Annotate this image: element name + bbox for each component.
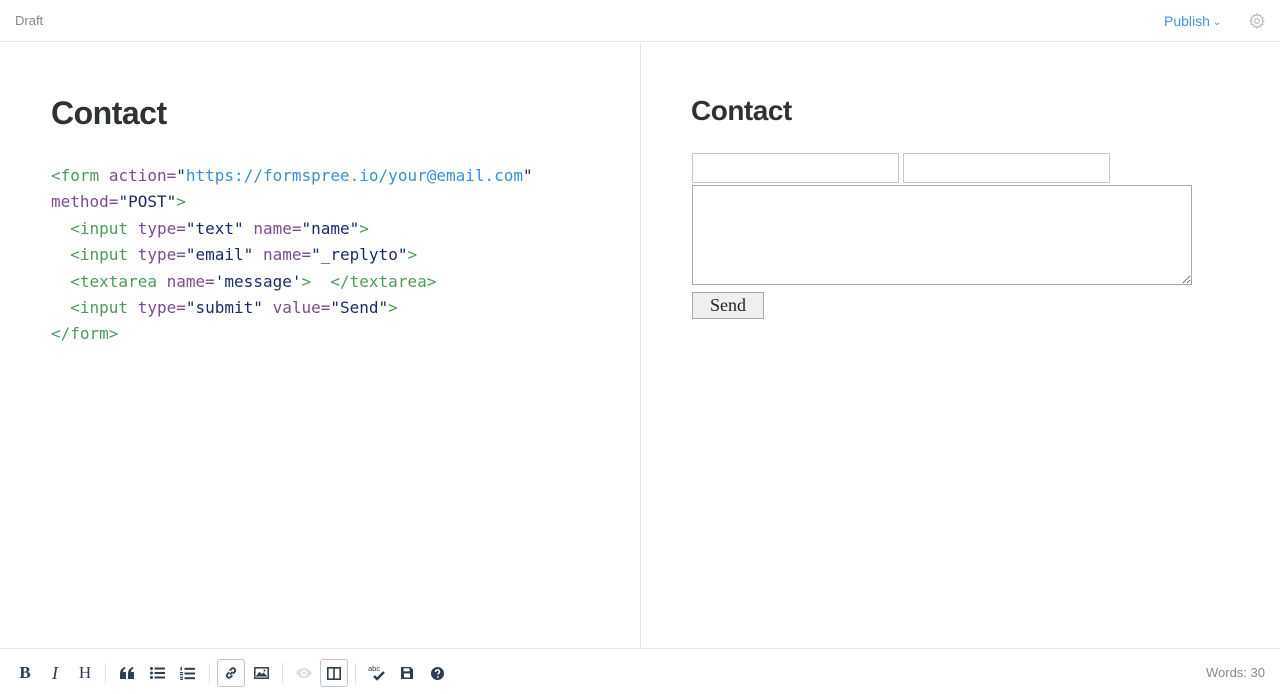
code-line-5: <textarea name='message'> </textarea>: [51, 272, 436, 291]
unordered-list-button[interactable]: [143, 659, 171, 687]
code-token: >: [407, 245, 418, 265]
link-icon: [225, 667, 237, 679]
image-button[interactable]: [247, 659, 275, 687]
code-token: <form: [51, 166, 100, 185]
email-input[interactable]: [903, 153, 1110, 183]
ordered-list-button[interactable]: [173, 659, 201, 687]
code-token: >: [176, 192, 186, 212]
toolbar-separator: [209, 663, 210, 683]
code-token: <input: [51, 245, 129, 265]
toolbar-separator: [105, 663, 106, 683]
code-token: type=: [137, 218, 186, 238]
code-line-1: <form action="https://formspree.io/your@…: [51, 166, 533, 185]
code-token: "name": [301, 218, 360, 238]
code-token: ": [523, 166, 533, 185]
code-token: value=: [272, 298, 331, 318]
code-token: "text": [185, 218, 244, 238]
code-token: type=: [137, 298, 186, 318]
image-icon: [253, 667, 269, 679]
code-line-7: </form>: [51, 324, 118, 343]
code-token: > </textarea>: [301, 271, 437, 291]
help-icon: [430, 666, 444, 680]
code-token: </form>: [51, 324, 119, 344]
chevron-down-icon: ⌄: [1212, 17, 1222, 28]
save-icon: [401, 667, 413, 679]
code-token: <textarea: [51, 271, 157, 291]
code-token: action=: [108, 166, 177, 185]
markdown-editor[interactable]: Contact <form action="https://formspree.…: [0, 43, 640, 648]
spellcheck-button[interactable]: abc: [363, 659, 391, 687]
heading-icon: H: [78, 663, 92, 682]
side-by-side-icon: [327, 666, 341, 680]
top-bar: Draft Publish ⌄: [0, 0, 1280, 42]
bold-button[interactable]: B: [11, 659, 39, 687]
code-line-4: <input type="email" name="_replyto">: [51, 245, 417, 264]
toolbar-separator: [355, 663, 356, 683]
code-line-2: method="POST">: [51, 192, 186, 211]
code-token: "submit": [185, 298, 263, 318]
code-line-3: <input type="text" name="name">: [51, 219, 369, 238]
publish-label: Publish: [1164, 13, 1210, 29]
word-count: Words: 30: [1205, 665, 1265, 680]
italic-button[interactable]: I: [41, 659, 69, 687]
code-token: <input: [51, 218, 129, 238]
heading-button[interactable]: H: [71, 659, 99, 687]
code-token: ": [176, 166, 186, 185]
code-token: 'message': [214, 271, 302, 291]
spellcheck-abc: abc: [368, 664, 380, 673]
quote-icon: [120, 667, 134, 679]
publish-button[interactable]: Publish ⌄: [1164, 13, 1221, 29]
preview-button[interactable]: [290, 659, 318, 687]
code-token: type=: [137, 245, 186, 265]
preview-heading: Contact: [691, 95, 792, 126]
gear-icon[interactable]: [1248, 12, 1266, 30]
code-token: name=: [262, 245, 312, 265]
spellcheck-icon: abc: [368, 664, 385, 681]
code-token: "Send": [330, 298, 389, 318]
preview-pane: Contact Send: [641, 43, 1280, 648]
editor-heading: Contact: [51, 95, 167, 131]
bold-icon: B: [19, 663, 31, 682]
code-url: https://formspree.io/your@email.com: [185, 166, 524, 185]
code-token: >: [359, 218, 369, 238]
code-block: <form action="https://formspree.io/your@…: [51, 163, 533, 348]
editor-toolbar: B I H abc Words: 30: [0, 648, 1280, 694]
quote-button[interactable]: [113, 659, 141, 687]
code-token: "_replyto": [311, 245, 408, 265]
message-textarea[interactable]: [692, 185, 1192, 285]
code-token: <input: [51, 298, 129, 318]
send-button[interactable]: Send: [692, 292, 764, 319]
preview-eye-icon: [296, 668, 312, 678]
side-by-side-button[interactable]: [320, 659, 348, 687]
code-token: "email": [185, 245, 254, 265]
ordered-list-icon: [179, 666, 195, 680]
save-button[interactable]: [393, 659, 421, 687]
name-input[interactable]: [692, 153, 899, 183]
code-line-6: <input type="submit" value="Send">: [51, 298, 398, 317]
link-button[interactable]: [217, 659, 245, 687]
code-token: "POST": [118, 192, 177, 212]
italic-icon: I: [52, 662, 58, 683]
help-button[interactable]: [423, 659, 451, 687]
code-token: name=: [253, 218, 302, 238]
code-token: >: [388, 298, 398, 318]
code-token: name=: [166, 271, 215, 291]
draft-status: Draft: [15, 13, 44, 28]
code-token: method=: [51, 192, 119, 212]
unordered-list-icon: [149, 667, 165, 679]
toolbar-separator: [282, 663, 283, 683]
